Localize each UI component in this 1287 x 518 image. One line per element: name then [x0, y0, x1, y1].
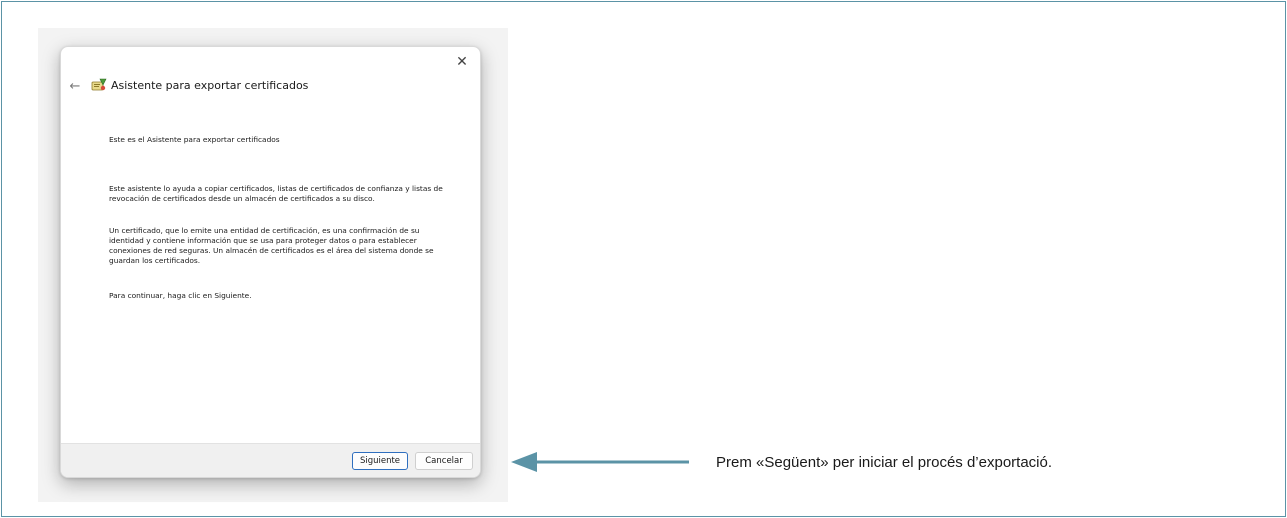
wizard-title: Asistente para exportar certificados: [111, 79, 309, 92]
left-arrow-icon: [511, 452, 689, 472]
wizard-paragraph-3: Para continuar, haga clic en Siguiente.: [109, 291, 252, 300]
dialog-footer: Siguiente Cancelar: [61, 443, 480, 477]
cancel-button[interactable]: Cancelar: [415, 452, 473, 470]
instruction-frame: ✕ ← Asistente para exportar certificados…: [1, 1, 1286, 517]
export-certificate-wizard-dialog: ✕ ← Asistente para exportar certificados…: [60, 46, 481, 478]
certificate-wizard-icon: [91, 78, 107, 91]
wizard-paragraph-1: Este asistente lo ayuda a copiar certifi…: [109, 184, 443, 203]
close-icon[interactable]: ✕: [452, 53, 472, 71]
back-arrow-icon[interactable]: ←: [67, 79, 83, 95]
wizard-paragraph-2: Un certificado, que lo emite una entidad…: [109, 226, 434, 265]
wizard-heading: Este es el Asistente para exportar certi…: [109, 135, 280, 144]
instruction-text: Prem «Següent» per iniciar el procés d’e…: [716, 454, 1053, 471]
next-button[interactable]: Siguiente: [352, 452, 408, 470]
